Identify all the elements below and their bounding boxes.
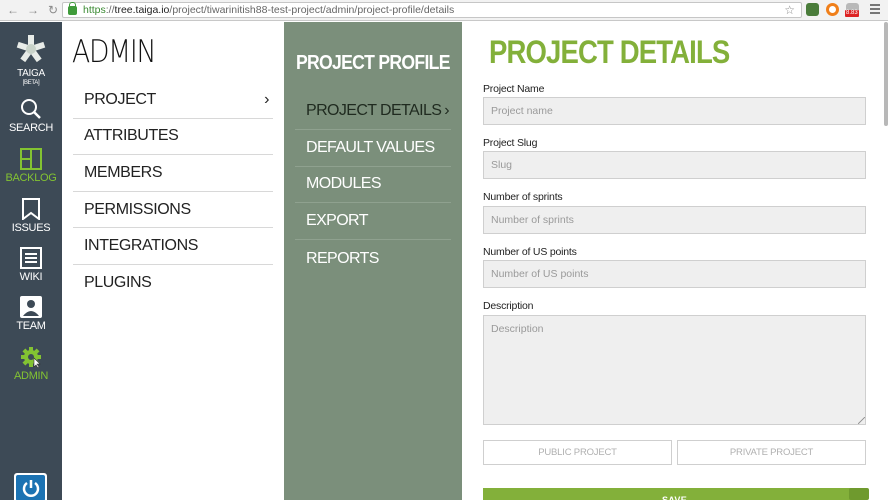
profile-item-default-values[interactable]: DEFAULT VALUES (295, 130, 451, 167)
admin-item-integrations[interactable]: INTEGRATIONS (73, 228, 273, 265)
nav-label: TEAM (16, 320, 46, 332)
extension-badge-icon[interactable]: 8.83 (845, 3, 859, 17)
url-scheme: https (83, 4, 106, 16)
nav-label: ISSUES (11, 222, 51, 234)
admin-item-permissions[interactable]: PERMISSIONS (73, 192, 273, 229)
project-name-label: Project Name (483, 83, 545, 95)
extension-icon[interactable] (806, 3, 819, 16)
browser-toolbar: ← → ↻ https://tree.taiga.io/project/tiwa… (0, 0, 888, 21)
profile-item-label: PROJECT DETAILS (306, 101, 442, 119)
browser-menu-icon[interactable] (870, 4, 880, 16)
profile-item-label: MODULES (306, 175, 382, 193)
power-icon (22, 480, 39, 497)
profile-item-label: DEFAULT VALUES (306, 138, 435, 156)
admin-item-label: INTEGRATIONS (84, 237, 199, 255)
forward-arrow-icon[interactable]: → (26, 3, 40, 17)
taiga-logo[interactable]: TAIGA [BETA] (0, 32, 62, 87)
admin-item-project[interactable]: PROJECT › (73, 82, 273, 119)
reload-icon[interactable]: ↻ (46, 3, 60, 17)
chevron-right-icon: › (444, 101, 449, 119)
us-points-input[interactable] (483, 260, 866, 288)
admin-panel: ADMIN PROJECT › ATTRIBUTES MEMBERS PERMIS… (62, 22, 284, 500)
search-icon (21, 99, 41, 119)
admin-item-label: PLUGINS (84, 274, 152, 292)
profile-title: PROJECT PROFILE (296, 52, 450, 74)
main-nav: TAIGA [BETA] SEARCH BACKLOG ISSUES WIKI … (0, 22, 62, 500)
admin-item-label: PERMISSIONS (84, 200, 191, 218)
resize-grip-icon[interactable] (858, 417, 865, 424)
chevron-right-icon: › (264, 90, 269, 108)
backlog-icon (20, 148, 42, 170)
project-details-form: PROJECT DETAILS Project Name Project Slu… (462, 22, 888, 500)
nav-team[interactable]: TEAM (0, 296, 62, 332)
sprints-input[interactable] (483, 206, 866, 234)
project-slug-input[interactable] (483, 151, 866, 179)
issues-icon (22, 198, 40, 220)
extension-badge: 8.83 (845, 10, 859, 17)
private-project-button[interactable]: PRIVATE PROJECT (677, 440, 866, 465)
taiga-logo-icon (16, 35, 46, 63)
wiki-icon (20, 247, 42, 269)
admin-item-label: ATTRIBUTES (84, 127, 179, 145)
back-arrow-icon[interactable]: ← (6, 3, 20, 17)
nav-label: SEARCH (8, 122, 54, 134)
profile-item-reports[interactable]: REPORTS (295, 240, 451, 277)
team-icon (20, 296, 42, 318)
save-button[interactable]: SAVE (483, 488, 866, 500)
profile-item-modules[interactable]: MODULES (295, 167, 451, 204)
nav-search[interactable]: SEARCH (0, 98, 62, 134)
public-project-button[interactable]: PUBLIC PROJECT (483, 440, 672, 465)
profile-item-project-details[interactable]: PROJECT DETAILS › (295, 93, 451, 130)
gear-icon (21, 347, 41, 368)
nav-label: ADMIN (14, 370, 48, 382)
logo-label: TAIGA (17, 68, 45, 79)
us-points-label: Number of US points (483, 246, 577, 258)
admin-item-attributes[interactable]: ATTRIBUTES (73, 119, 273, 156)
admin-item-plugins[interactable]: PLUGINS (73, 265, 273, 302)
description-textarea[interactable] (483, 315, 866, 425)
nav-issues[interactable]: ISSUES (0, 198, 62, 234)
nav-label: WIKI (19, 271, 43, 283)
scroll-top-icon[interactable] (849, 488, 869, 500)
nav-label: BACKLOG (5, 172, 57, 184)
extension-ring-icon[interactable] (826, 3, 839, 16)
admin-item-label: MEMBERS (84, 163, 163, 181)
lock-icon (68, 1, 77, 15)
admin-title: ADMIN (72, 34, 156, 70)
url-host: tree.taiga.io (114, 4, 170, 16)
profile-item-label: REPORTS (306, 249, 379, 267)
description-label: Description (483, 300, 534, 312)
project-name-input[interactable] (483, 97, 866, 125)
url-path: /project/tiwarinitish88-test-project/adm… (169, 4, 455, 16)
logo-sub: [BETA] (22, 80, 40, 86)
page-title: PROJECT DETAILS (489, 34, 730, 70)
nav-backlog[interactable]: BACKLOG (0, 148, 62, 184)
power-button[interactable] (14, 473, 47, 500)
nav-admin[interactable]: ADMIN (0, 346, 62, 382)
profile-menu: PROJECT DETAILS › DEFAULT VALUES MODULES … (295, 93, 451, 277)
nav-wiki[interactable]: WIKI (0, 247, 62, 283)
admin-item-label: PROJECT (84, 90, 156, 108)
page-scrollbar[interactable] (884, 22, 888, 126)
bookmark-star-icon[interactable]: ☆ (784, 3, 795, 17)
address-bar[interactable]: https://tree.taiga.io/project/tiwariniti… (62, 1, 802, 18)
project-profile-panel: PROJECT PROFILE PROJECT DETAILS › DEFAULT… (284, 22, 462, 500)
admin-item-members[interactable]: MEMBERS (73, 155, 273, 192)
project-slug-label: Project Slug (483, 137, 538, 149)
sprints-label: Number of sprints (483, 191, 563, 203)
admin-menu: PROJECT › ATTRIBUTES MEMBERS PERMISSIONS … (73, 82, 273, 302)
profile-item-export[interactable]: EXPORT (295, 203, 451, 241)
profile-item-label: EXPORT (306, 212, 369, 230)
